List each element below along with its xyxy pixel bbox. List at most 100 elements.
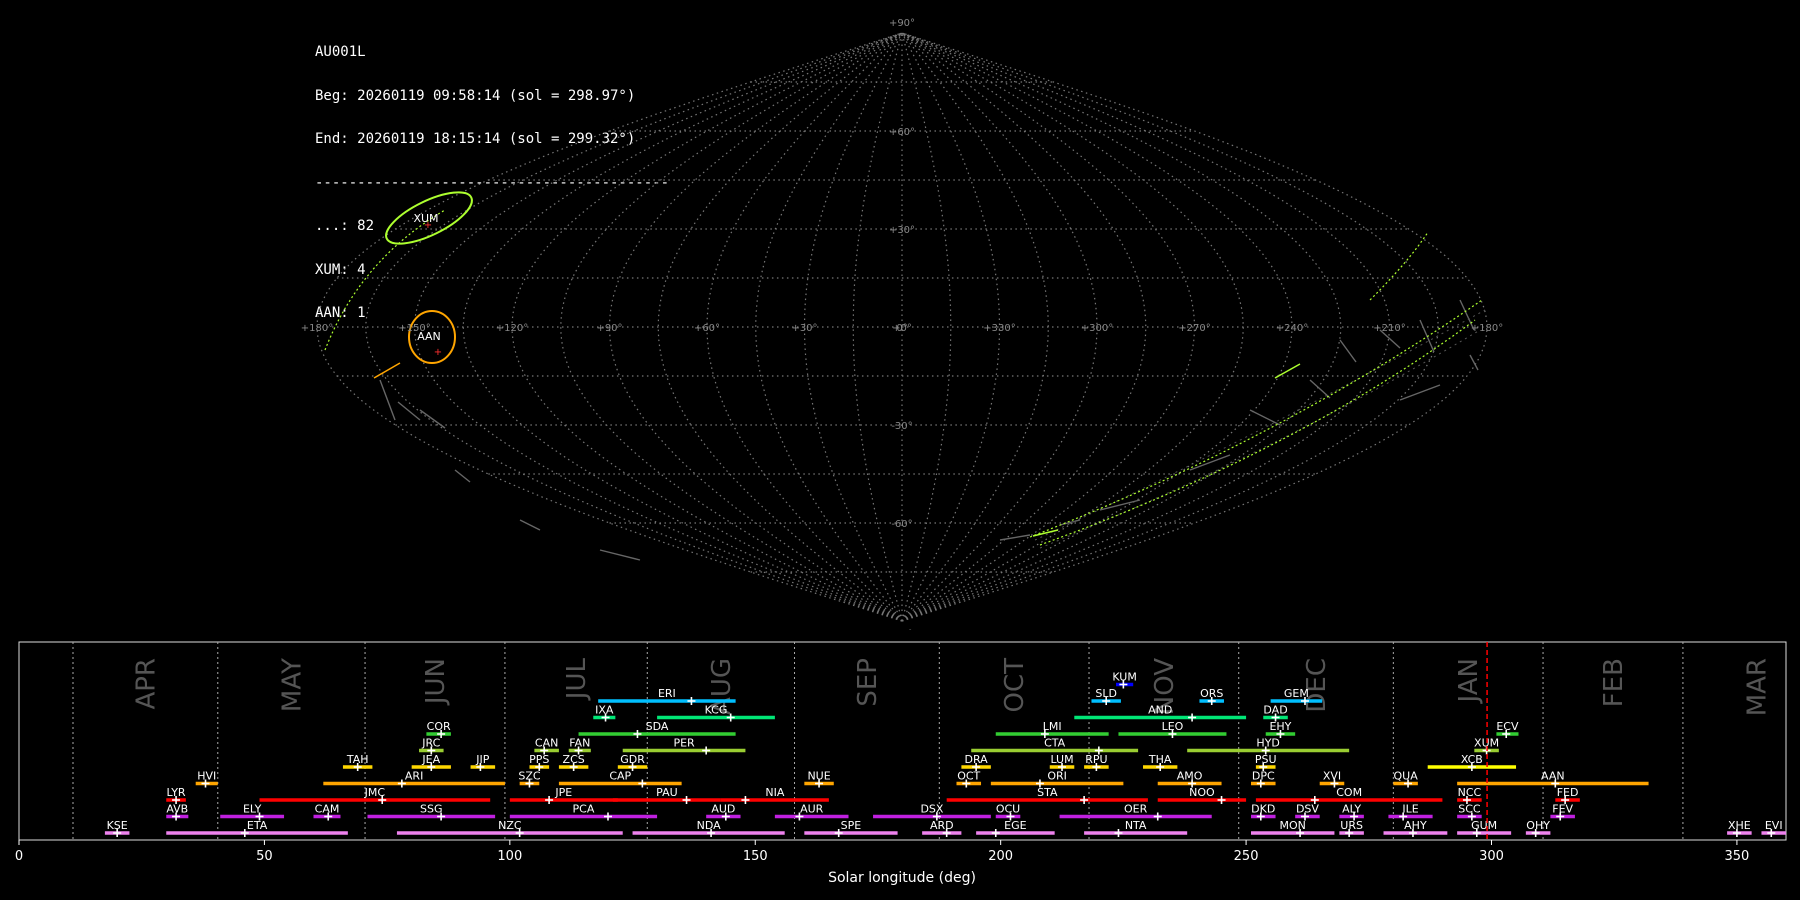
shower-label: JEA <box>421 753 440 766</box>
shower-label: SDA <box>646 720 669 733</box>
shower-label: STA <box>1037 786 1058 799</box>
shower-label: DPC <box>1252 770 1275 783</box>
x-tick-label: 350 <box>1725 849 1750 864</box>
shower-label: LMI <box>1043 720 1062 733</box>
x-tick-label: 100 <box>497 849 522 864</box>
shower-label: ILE <box>1402 803 1418 816</box>
shower-label: NUE <box>807 770 830 783</box>
lon-label: +240° <box>1276 323 1308 334</box>
shower-label: GUM <box>1471 819 1497 832</box>
lon-label: +180° <box>301 323 333 334</box>
shower-label: ALY <box>1342 803 1361 816</box>
shower-label: CTA <box>1044 737 1066 750</box>
xum-radiant-marker: + <box>424 220 432 231</box>
shower-label: COR <box>427 720 451 733</box>
shower-label: CAP <box>609 770 631 783</box>
shower-label: DRA <box>965 753 989 766</box>
lon-label: +330° <box>983 323 1015 334</box>
shower-label: JPE <box>554 786 572 799</box>
shower-label: HVI <box>197 770 216 783</box>
shower-label: CAM <box>315 803 340 816</box>
lon-label: +0° <box>892 323 912 334</box>
month-label: JUN <box>421 658 451 706</box>
shower-label: ZCS <box>563 753 585 766</box>
x-axis: 0 50 100 150 200 250 300 350 <box>15 840 1749 864</box>
sporadic-track <box>379 379 396 421</box>
shower-label: DKD <box>1251 803 1275 816</box>
shower-label: NZC <box>498 819 522 832</box>
lat-label: -30° <box>891 421 912 432</box>
shower-label: JMC <box>364 786 386 799</box>
x-tick-label: 300 <box>1479 849 1504 864</box>
shower-label: LYR <box>167 786 186 799</box>
lon-label: +270° <box>1178 323 1210 334</box>
shower-label: SZC <box>518 770 541 783</box>
shower-label: QUA <box>1393 770 1418 783</box>
lon-label: +30° <box>791 323 817 334</box>
x-tick-label: 150 <box>743 849 768 864</box>
shower-label: RPU <box>1085 753 1107 766</box>
shower-label: IXA <box>595 704 614 717</box>
shower-label: SCC <box>1458 803 1481 816</box>
lat-label: +60° <box>889 127 915 138</box>
x-tick-label: 0 <box>15 849 23 864</box>
shower-label: NIA <box>765 786 784 799</box>
shower-label: ORI <box>1047 770 1067 783</box>
shower-label: DSV <box>1296 803 1319 816</box>
sporadic-track <box>599 549 641 561</box>
meridian-line <box>365 32 903 622</box>
month-label: MAY <box>277 658 307 712</box>
sporadic-track <box>1034 309 1486 541</box>
shower-label: OCT <box>957 770 980 783</box>
meridian-line <box>901 32 1391 622</box>
month-label: OCT <box>1000 658 1030 713</box>
sporadic-track <box>1419 319 1435 353</box>
shower-label: XCB <box>1461 753 1483 766</box>
xum-meteor-track <box>1369 231 1429 301</box>
meteor-tracks <box>324 191 1486 561</box>
shower-label: SSG <box>420 803 443 816</box>
shower-label: DSX <box>920 803 943 816</box>
lat-label: +30° <box>889 225 915 236</box>
x-axis-label: Solar longitude (deg) <box>828 870 976 886</box>
sky-map: +90°+60°+30°0°-30°-60°-90°+180°+150°+120… <box>301 18 1503 630</box>
shower-label: EGE <box>1004 819 1026 832</box>
sporadic-track <box>1249 409 1281 426</box>
sporadic-track <box>419 409 446 429</box>
shower-label: AND <box>1148 704 1172 717</box>
month-label: JUL <box>562 657 592 701</box>
sporadic-track <box>1469 354 1479 371</box>
sporadic-track <box>397 401 421 421</box>
lon-label: +210° <box>1373 323 1405 334</box>
shower-label: EHY <box>1269 720 1291 733</box>
shower-label: TAH <box>346 753 369 766</box>
shower-label: URS <box>1340 819 1363 832</box>
sporadic-track <box>519 519 541 531</box>
shower-label: AUD <box>711 803 735 816</box>
shower-label: NDA <box>697 819 722 832</box>
shower-label: NTA <box>1125 819 1147 832</box>
shower-label: PPS <box>529 753 549 766</box>
shower-label: NCC <box>1458 786 1482 799</box>
shower-label: EVI <box>1765 819 1783 832</box>
aan-label: AAN <box>417 330 441 343</box>
sporadic-track <box>454 469 471 483</box>
month-label: DEC <box>1302 658 1332 713</box>
shower-label: KUM <box>1112 671 1136 684</box>
lat-label: -60° <box>891 519 912 530</box>
shower-label: ETA <box>247 819 268 832</box>
lon-label: +300° <box>1081 323 1113 334</box>
sporadic-track <box>1309 379 1331 399</box>
shower-label: KCG <box>705 704 728 717</box>
xum-meteor-track <box>1032 529 1059 537</box>
shower-label: AAN <box>1541 770 1565 783</box>
month-label: SEP <box>853 658 883 707</box>
shower-label: ERI <box>658 687 676 700</box>
shower-label: FED <box>1557 786 1579 799</box>
shower-label: ORS <box>1200 687 1223 700</box>
shower-timeline: APR MAY JUN JUL AUG SEP OCT NOV DEC JAN FEB MAR KUM… <box>15 641 1787 886</box>
x-tick-label: 50 <box>256 849 273 864</box>
shower-label: DAD <box>1263 704 1287 717</box>
month-label: FEB <box>1599 658 1629 707</box>
shower-label: GDR <box>620 753 645 766</box>
